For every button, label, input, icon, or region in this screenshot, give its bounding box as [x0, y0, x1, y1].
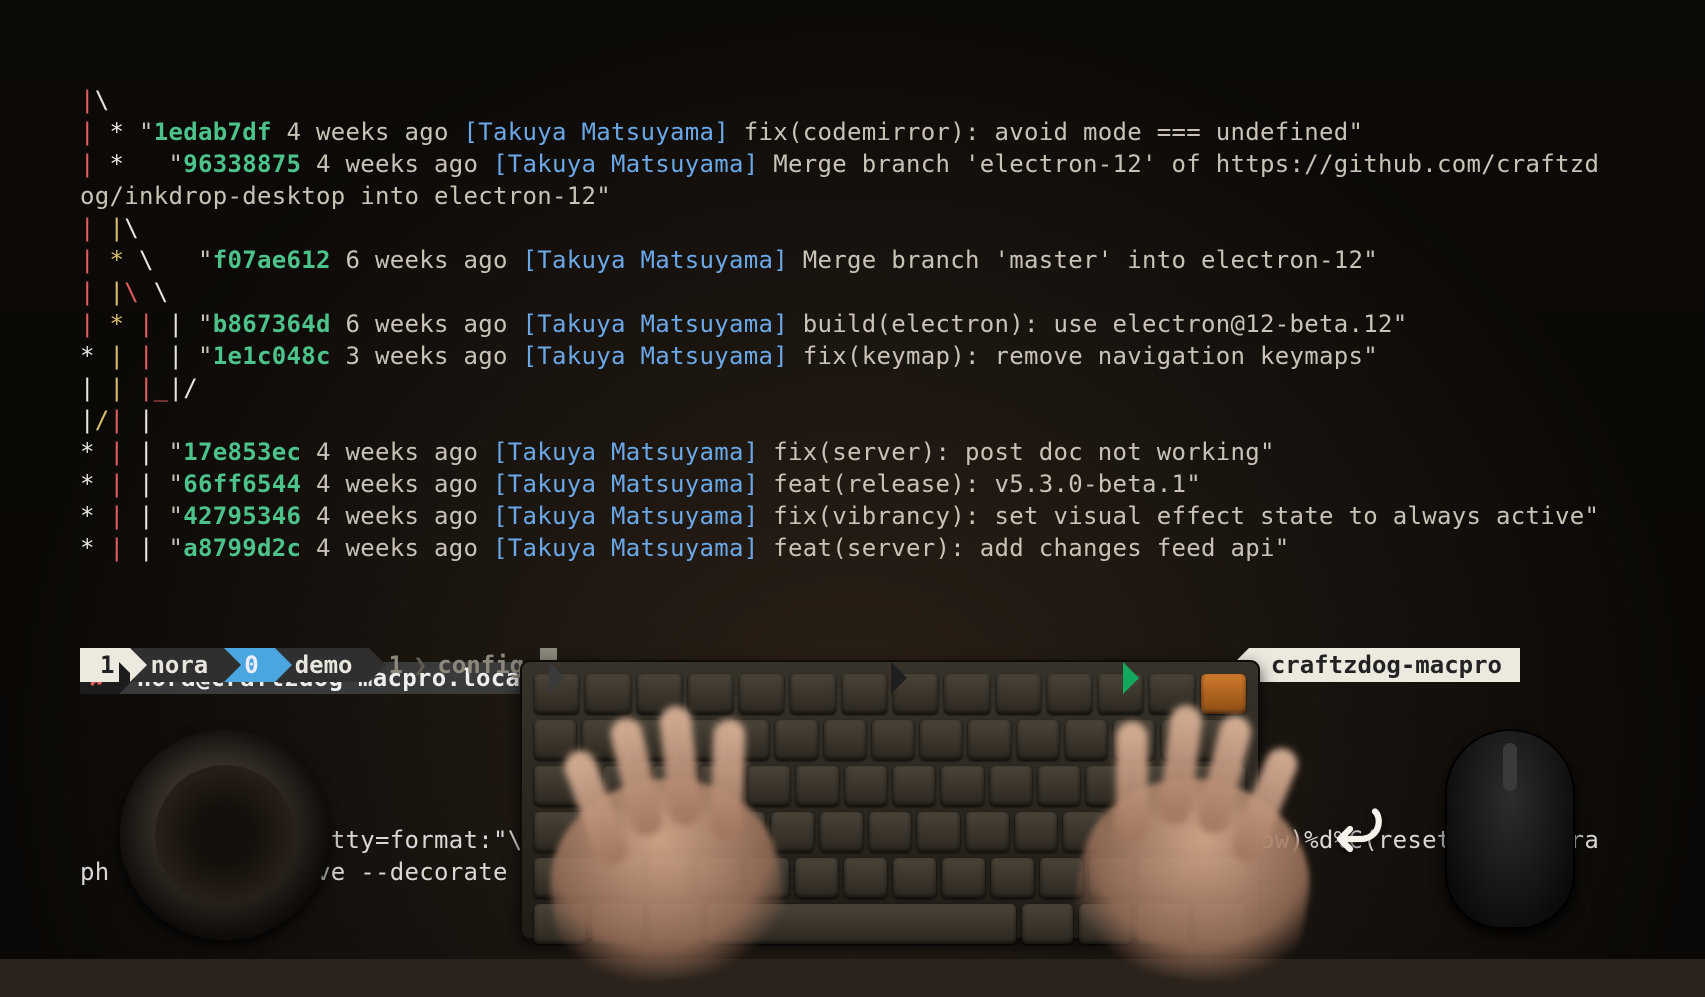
- tmux-user-text: nora: [150, 649, 208, 681]
- git-log-line: | * \ "f07ae612 6 weeks ago [Takuya Mats…: [80, 244, 1600, 276]
- git-log-line: * | | "42795346 4 weeks ago [Takuya Mats…: [80, 500, 1600, 532]
- git-log-line: * | | | "1e1c048c 3 weeks ago [Takuya Ma…: [80, 340, 1600, 372]
- git-log-line: | * "1edab7df 4 weeks ago [Takuya Matsuy…: [80, 116, 1600, 148]
- tmux-inactive-index-text: 1: [389, 649, 403, 681]
- tmux-inactive-window[interactable]: 1 ❯ config: [369, 648, 541, 682]
- chevron-right-icon: ❯: [413, 649, 427, 681]
- git-log-line: | |\: [80, 212, 1600, 244]
- git-log-line: * | | "a8799d2c 4 weeks ago [Takuya Mats…: [80, 532, 1600, 564]
- git-log-line: | |\ \: [80, 276, 1600, 308]
- mouse-prop: [1445, 729, 1575, 929]
- tmux-active-name-text: demo: [295, 649, 353, 681]
- git-log-line: |/| |: [80, 404, 1600, 436]
- git-log-line: * | | "17e853ec 4 weeks ago [Takuya Mats…: [80, 436, 1600, 468]
- tmux-session-number: 1: [100, 649, 114, 681]
- return-key-overlay: [1325, 799, 1385, 859]
- git-log-line: * | | "66ff6544 4 weeks ago [Takuya Mats…: [80, 468, 1600, 500]
- tmux-active-index-text: 0: [244, 649, 258, 681]
- git-log-line: | | |_|/: [80, 372, 1600, 404]
- tmux-status-right: craftzdog-macpro: [1249, 648, 1520, 682]
- git-log-output: |\| * "1edab7df 4 weeks ago [Takuya Mats…: [80, 84, 1600, 564]
- tmux-host-text: craftzdog-macpro: [1271, 649, 1502, 681]
- git-log-line: |\: [80, 84, 1600, 116]
- tmux-inactive-name-text: config: [437, 649, 524, 681]
- git-log-line: | * | | "b867364d 6 weeks ago [Takuya Ma…: [80, 308, 1600, 340]
- git-log-line: | * "96338875 4 weeks ago [Takuya Matsuy…: [80, 148, 1600, 212]
- tmux-status-left: 1 nora 0 demo 1 ❯ config: [80, 648, 540, 682]
- mug-prop: [120, 730, 330, 940]
